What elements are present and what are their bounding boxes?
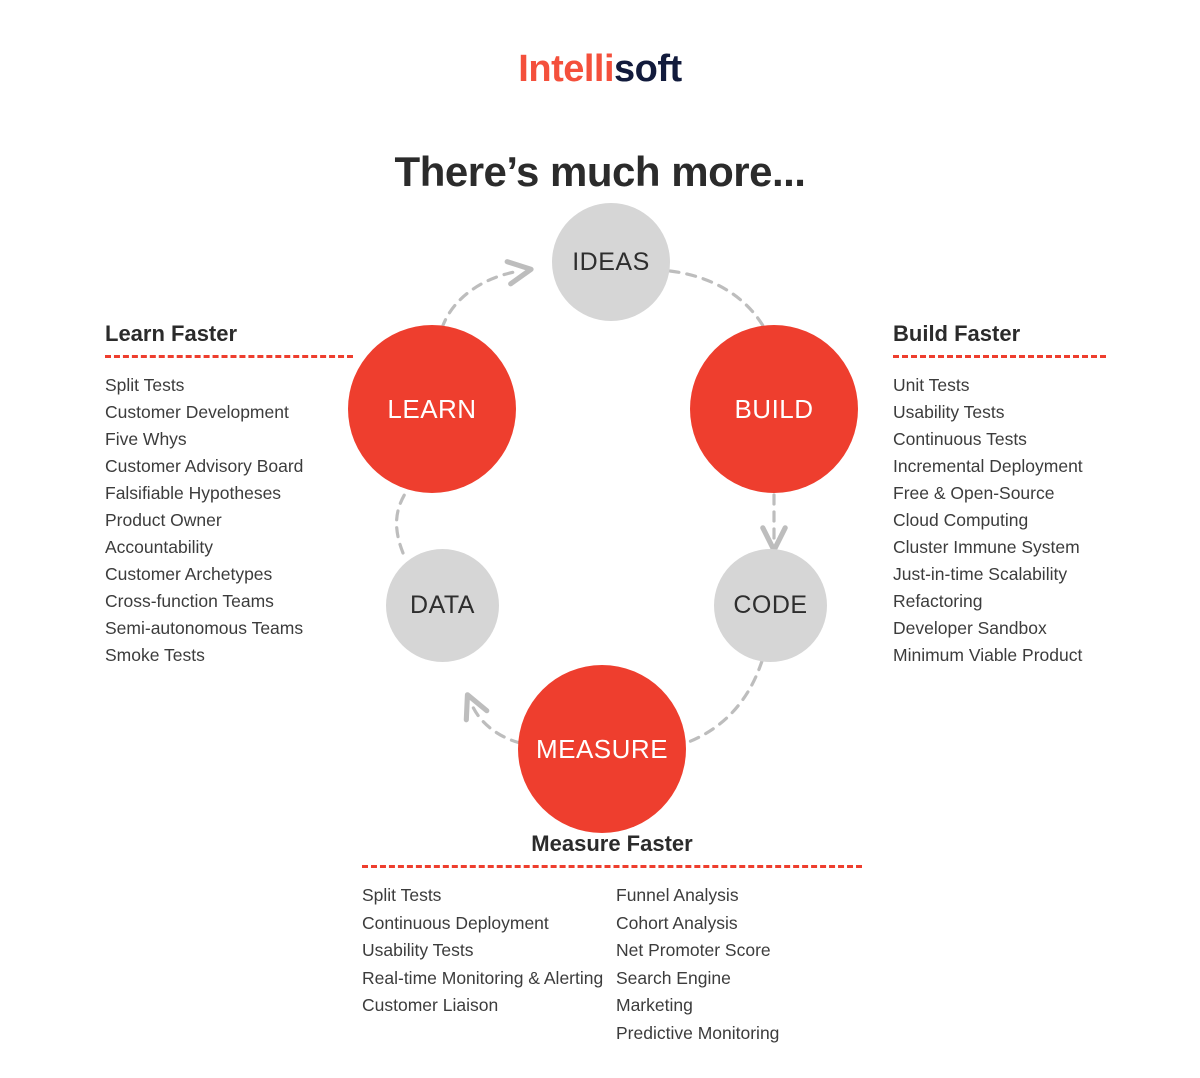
list-item: Product Owner — [105, 510, 222, 531]
list-item: Accountability — [105, 537, 213, 558]
panel-build-divider — [893, 355, 1106, 359]
node-data[interactable]: DATA — [386, 549, 499, 662]
node-learn-label: LEARN — [387, 393, 477, 424]
panel-measure-column-left: Split Tests Continuous Deployment Usabil… — [362, 882, 608, 1047]
list-item: Usability Tests — [893, 402, 1005, 423]
list-item: Five Whys — [105, 429, 187, 450]
panel-build-title: Build Faster — [893, 321, 1021, 346]
list-item: Continuous Deployment — [362, 912, 549, 933]
list-item: Cross-function Teams — [105, 591, 274, 612]
panel-build-list: Unit Tests Usability Tests Continuous Te… — [893, 372, 1106, 669]
list-item: Smoke Tests — [105, 645, 205, 666]
node-ideas-label: IDEAS — [572, 247, 650, 276]
list-item: Falsifiable Hypotheses — [105, 483, 282, 504]
list-item: Developer Sandbox — [893, 618, 1047, 639]
list-item: Predictive Monitoring — [616, 1022, 780, 1043]
panel-measure-list-right: Funnel Analysis Cohort Analysis Net Prom… — [616, 882, 862, 1047]
panel-learn-divider — [105, 355, 353, 359]
brand-logo: Intellisoft — [0, 48, 1200, 91]
list-item: Minimum Viable Product — [893, 645, 1083, 666]
panel-build-faster: Build Faster Unit Tests Usability Tests … — [893, 321, 1106, 669]
list-item: Semi-autonomous Teams — [105, 618, 304, 639]
list-item: Free & Open-Source — [893, 483, 1055, 504]
page-title: There’s much more... — [394, 148, 806, 196]
node-ideas[interactable]: IDEAS — [552, 203, 670, 321]
arrow-learn-to-ideas — [440, 259, 534, 330]
list-item: Net Promoter Score — [616, 940, 771, 961]
list-item: Cohort Analysis — [616, 912, 738, 933]
panel-measure-faster: Measure Faster Split Tests Continuous De… — [362, 831, 862, 1047]
list-item: Search Engine — [616, 967, 731, 988]
logo-text-secondary: soft — [614, 48, 682, 90]
logo-text-primary: Intelli — [518, 48, 615, 90]
node-build-label: BUILD — [734, 393, 814, 424]
list-item: Marketing — [616, 995, 693, 1016]
list-item: Incremental Deployment — [893, 456, 1083, 477]
list-item: Cluster Immune System — [893, 537, 1080, 558]
panel-measure-list-left: Split Tests Continuous Deployment Usabil… — [362, 882, 608, 1020]
panel-learn-list: Split Tests Customer Development Five Wh… — [105, 372, 353, 669]
connector-ideas-to-build — [668, 269, 768, 333]
arrow-measure-to-data — [463, 692, 522, 745]
list-item: Unit Tests — [893, 375, 970, 396]
panel-learn-title: Learn Faster — [105, 321, 238, 346]
node-measure-label: MEASURE — [535, 733, 669, 764]
list-item: Real-time Monitoring & Alerting — [362, 967, 604, 988]
node-code-label: CODE — [733, 591, 808, 619]
list-item: Continuous Tests — [893, 429, 1027, 450]
panel-measure-column-right: Funnel Analysis Cohort Analysis Net Prom… — [608, 882, 862, 1047]
list-item: Customer Archetypes — [105, 564, 273, 585]
list-item: Funnel Analysis — [616, 885, 739, 906]
list-item: Usability Tests — [362, 940, 474, 961]
list-item: Customer Advisory Board — [105, 456, 304, 477]
list-item: Customer Development — [105, 402, 289, 423]
list-item: Split Tests — [105, 375, 185, 396]
connector-code-to-measure — [684, 659, 764, 745]
panel-measure-divider — [362, 865, 862, 869]
connector-data-to-learn — [395, 487, 410, 555]
panel-measure-title: Measure Faster — [531, 831, 693, 856]
list-item: Customer Liaison — [362, 995, 499, 1016]
node-code[interactable]: CODE — [714, 549, 827, 662]
panel-learn-faster: Learn Faster Split Tests Customer Develo… — [105, 321, 353, 669]
list-item: Cloud Computing — [893, 510, 1029, 531]
list-item: Refactoring — [893, 591, 983, 612]
node-data-label: DATA — [410, 591, 475, 619]
build-measure-learn-diagram: IDEAS BUILD CODE MEASURE DATA LEARN — [330, 195, 890, 833]
node-learn[interactable]: LEARN — [348, 325, 516, 493]
node-build[interactable]: BUILD — [690, 325, 858, 493]
list-item: Split Tests — [362, 885, 442, 906]
list-item: Just-in-time Scalability — [893, 564, 1068, 585]
node-measure[interactable]: MEASURE — [518, 665, 686, 833]
